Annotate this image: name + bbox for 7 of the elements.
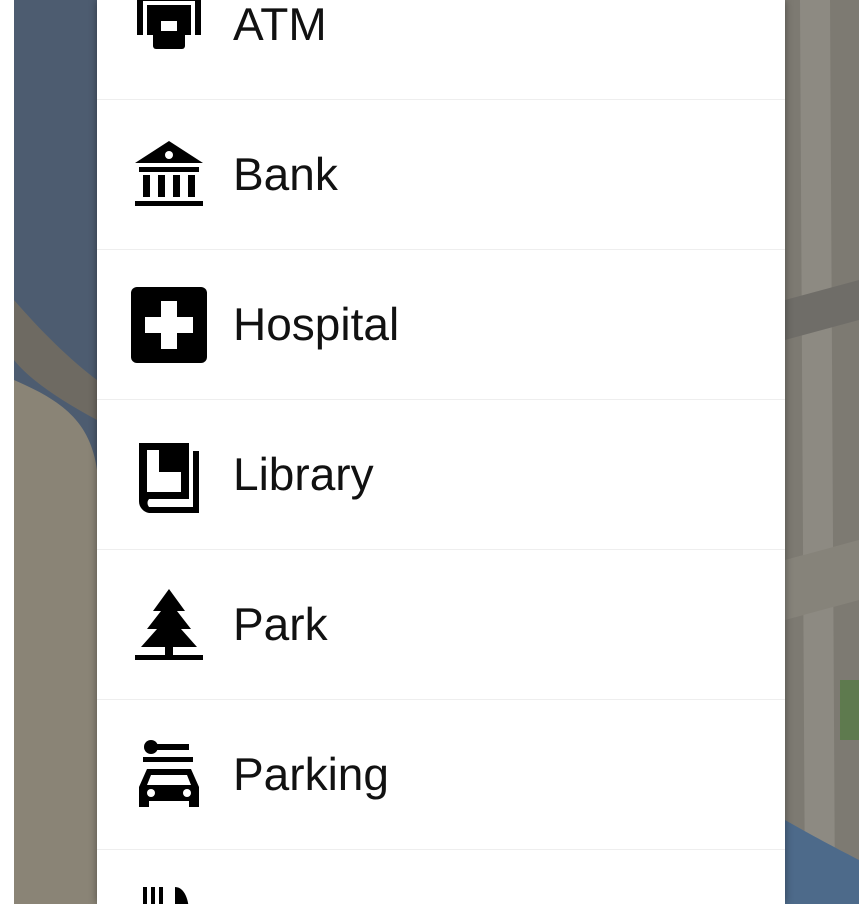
place-item[interactable]: Library [97, 400, 785, 550]
place-item[interactable]: ATM [97, 0, 785, 100]
hospital-icon [129, 284, 209, 364]
place-item[interactable]: Hospital [97, 250, 785, 400]
place-item[interactable]: Parking [97, 700, 785, 850]
place-item[interactable]: Park [97, 550, 785, 700]
place-item[interactable]: Bank [97, 100, 785, 250]
